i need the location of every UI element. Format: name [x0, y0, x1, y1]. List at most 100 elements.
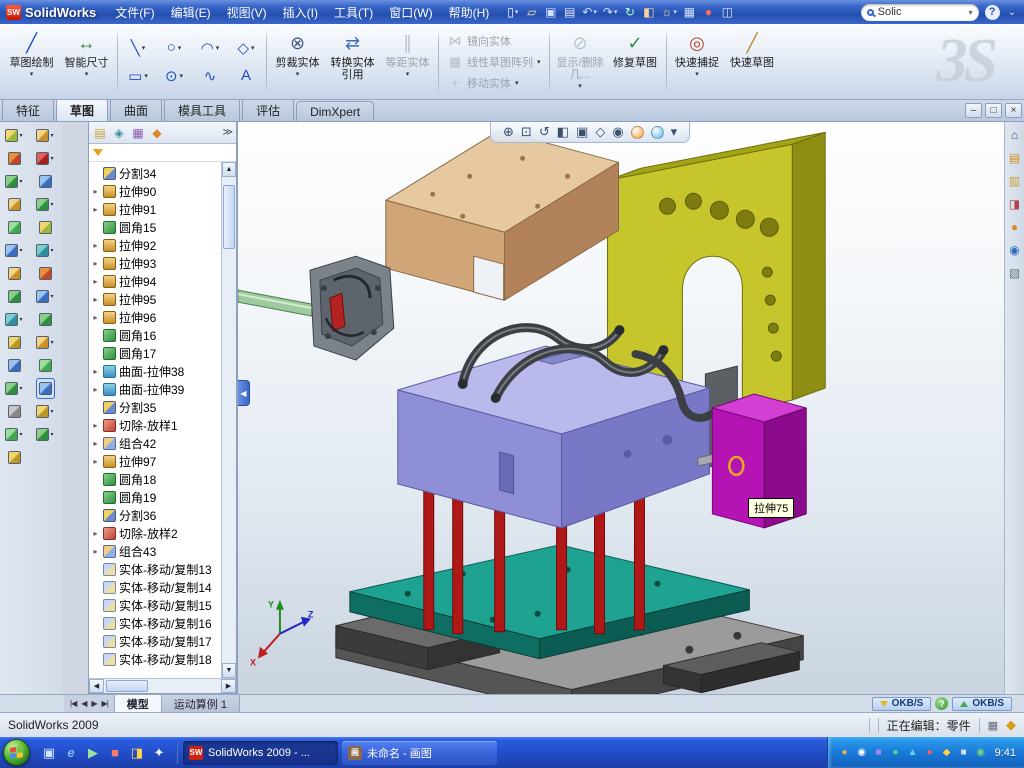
task-solidworks[interactable]: SWSolidWorks 2009 - ... [183, 741, 338, 765]
menu-item[interactable]: 窗口(W) [381, 1, 440, 24]
tree-item[interactable]: ▸组合42 [91, 434, 219, 452]
zoom-area-icon[interactable]: ⊡ [521, 124, 532, 140]
toolbox-icon[interactable]: ▦ [681, 3, 698, 21]
file-explorer-icon[interactable]: ▥ [1007, 173, 1023, 189]
featuremanager-tree-tab[interactable]: ▤ [92, 125, 108, 141]
doc-tab-1[interactable]: 模型 [115, 695, 162, 712]
section-view-icon[interactable]: ◧ [557, 124, 569, 140]
solidworks-launcher-icon[interactable]: ■ [106, 744, 124, 762]
menu-item[interactable]: 文件(F) [107, 1, 162, 24]
sketch-arc-button[interactable]: ◠▾ [193, 35, 227, 61]
tab-5[interactable]: 评估 [242, 98, 294, 121]
tree-filter-row[interactable] [89, 144, 236, 162]
window-layout-icon[interactable]: ◫ [719, 3, 736, 21]
toolbar-icon[interactable]: ▾ [3, 126, 24, 145]
apply-scene-icon[interactable] [651, 126, 664, 139]
tab-4[interactable]: 模具工具 [164, 98, 240, 121]
toolbar-icon[interactable] [6, 264, 23, 283]
sketch-text-button[interactable]: A [229, 63, 263, 89]
view-settings-icon[interactable]: ▾ [671, 124, 678, 140]
start-button[interactable] [3, 739, 30, 766]
tree-item[interactable]: ▸切除-放样1 [91, 416, 219, 434]
tree-item[interactable]: 分割35 [91, 398, 219, 416]
convert-entities-button[interactable]: ⇄转换实体引用 [325, 27, 380, 97]
tray-volume-icon[interactable]: ◉ [855, 746, 869, 760]
tray-antivirus-icon[interactable]: ◉ [974, 746, 988, 760]
save-document-icon[interactable]: ▣ [542, 3, 559, 21]
quick-snaps-button[interactable]: ◎快速捕捉▾ [670, 27, 725, 97]
hide-show-items-icon[interactable]: ◉ [612, 124, 623, 140]
sketch-ellipse-button[interactable]: ⊙▾ [157, 63, 191, 89]
tab-6[interactable]: DimXpert [296, 101, 374, 121]
sketch-draw-button[interactable]: ╱草图绘制▾ [4, 27, 59, 97]
expand-arrow-icon[interactable]: ▸ [91, 205, 100, 214]
toolbar-icon[interactable]: ▾ [34, 126, 55, 145]
help-icon[interactable]: ? [985, 5, 1000, 20]
expand-arrow-icon[interactable]: ▸ [91, 241, 100, 250]
expand-arrow-icon[interactable]: ▸ [91, 385, 100, 394]
expand-arrow-icon[interactable]: ▸ [91, 277, 100, 286]
tree-item[interactable]: 分割34 [91, 164, 219, 182]
toolbar-icon[interactable]: ▾ [3, 379, 24, 398]
new-document-icon[interactable]: ▯▾ [504, 3, 521, 21]
toolbar-icon[interactable] [37, 264, 54, 283]
expand-arrow-icon[interactable]: ▸ [91, 295, 100, 304]
tray-ime-icon[interactable]: ■ [957, 746, 971, 760]
toolbar-icon[interactable] [6, 149, 23, 168]
menu-item[interactable]: 工具(T) [326, 1, 381, 24]
toolbar-icon[interactable]: ▾ [34, 402, 55, 421]
v-scroll-track[interactable] [222, 177, 236, 663]
tree-item[interactable]: ▸拉伸96 [91, 308, 219, 326]
toolbar-icon[interactable] [37, 218, 54, 237]
graphics-viewport[interactable]: Y Z X ⊕⊡↺◧▣◇◉▾ ◀ 拉伸75 [237, 122, 1004, 694]
doc-tab-2[interactable]: 运动算例 1 [162, 695, 240, 712]
tab-2[interactable]: 草图 [56, 98, 108, 121]
menu-item[interactable]: 帮助(H) [441, 1, 498, 24]
search-dropdown-icon[interactable]: ▾ [969, 8, 973, 17]
h-scroll-track[interactable] [104, 679, 221, 693]
doc-nav-icon[interactable]: ◀ [79, 699, 88, 708]
sketch-spline-button[interactable]: ∿ [193, 63, 227, 89]
tray-update-icon[interactable]: ◆ [940, 746, 954, 760]
expand-arrow-icon[interactable]: ▸ [91, 313, 100, 322]
restore-window-button[interactable]: □ [985, 103, 1002, 118]
doc-nav-icon[interactable]: ▶| [100, 699, 110, 708]
tab-3[interactable]: 曲面 [110, 98, 162, 121]
rapid-sketch-button[interactable]: ╱快速草图 [725, 27, 780, 97]
tree-item[interactable]: 圆角19 [91, 488, 219, 506]
tree-item[interactable]: ▸拉伸92 [91, 236, 219, 254]
media-player-icon[interactable]: ▶ [84, 744, 102, 762]
toolbar-icon[interactable] [37, 310, 54, 329]
print-document-icon[interactable]: ▤ [561, 3, 578, 21]
tree-item[interactable]: ▸组合43 [91, 542, 219, 560]
expand-arrow-icon[interactable]: ▸ [91, 421, 100, 430]
sketch-rectangle-button[interactable]: ▭▾ [121, 63, 155, 89]
status-tag-icon[interactable]: ◆ [1006, 717, 1016, 733]
edit-appearance-icon[interactable] [631, 126, 644, 139]
view-orientation-icon[interactable]: ▣ [576, 124, 588, 140]
doc-nav-icon[interactable]: |◀ [68, 699, 78, 708]
solidworks-forum-icon[interactable]: ◉ [1007, 242, 1023, 258]
toolbar-icon[interactable] [37, 172, 54, 191]
launcher-icon[interactable]: ✦ [150, 744, 168, 762]
internet-explorer-icon[interactable]: e [62, 744, 80, 762]
tree-item[interactable]: ▸曲面-拉伸39 [91, 380, 219, 398]
toolbar-icon[interactable]: ▾ [3, 425, 24, 444]
tree-item[interactable]: 实体-移动/复制16 [91, 614, 219, 632]
doc-nav-icon[interactable]: ▶ [89, 699, 98, 708]
toolbar-icon[interactable]: ▾ [34, 333, 55, 352]
expand-arrow-icon[interactable]: ▸ [91, 259, 100, 268]
sketch-polygon-button[interactable]: ◇▾ [229, 35, 263, 61]
collapse-panel-arrow[interactable]: ◀ [238, 380, 250, 406]
expand-arrow-icon[interactable]: ▸ [91, 367, 100, 376]
toolbar-icon[interactable]: ▾ [34, 241, 55, 260]
menu-item[interactable]: 编辑(E) [163, 1, 219, 24]
tree-item[interactable]: ▸拉伸95 [91, 290, 219, 308]
tray-network-icon[interactable]: ▲ [906, 746, 920, 760]
sketch-line-button[interactable]: ╲▾ [121, 35, 155, 61]
expand-arrow-icon[interactable]: ▸ [91, 457, 100, 466]
expand-arrow-icon[interactable]: ▸ [91, 187, 100, 196]
tree-item[interactable]: 实体-移动/复制14 [91, 578, 219, 596]
smart-dimension-button[interactable]: ↔智能尺寸▾ [59, 27, 114, 97]
tree-item[interactable]: ▸曲面-拉伸38 [91, 362, 219, 380]
